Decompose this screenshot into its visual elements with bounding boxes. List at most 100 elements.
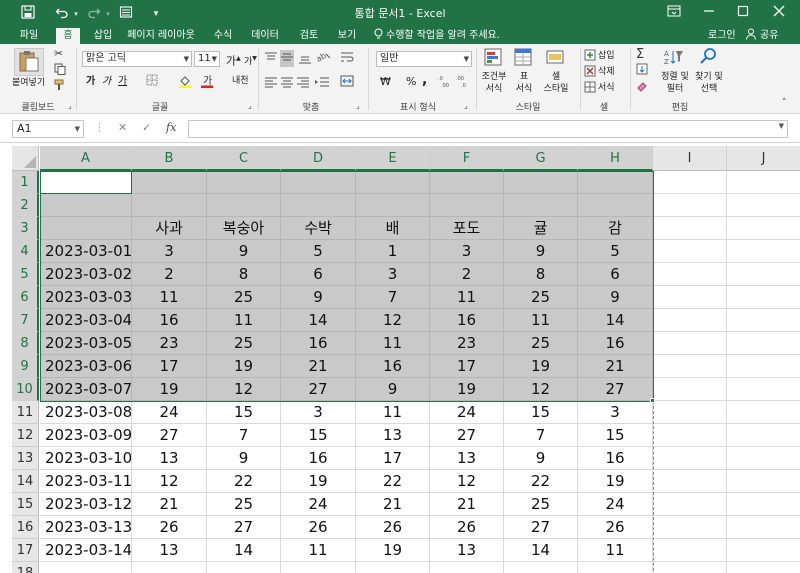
- undo-dropdown-icon[interactable]: ▾: [66, 5, 86, 23]
- tab-view[interactable]: 보기: [332, 28, 362, 44]
- cell-d2[interactable]: [281, 194, 356, 217]
- cell-c15[interactable]: 25: [207, 493, 281, 516]
- cell-d7[interactable]: 14: [281, 309, 356, 332]
- cell-e5[interactable]: 3: [356, 263, 430, 286]
- row-header-1[interactable]: 1: [12, 171, 39, 194]
- format-painter-icon[interactable]: [54, 79, 66, 94]
- cell-b14[interactable]: 12: [132, 470, 207, 493]
- cell-f4[interactable]: 3: [430, 240, 504, 263]
- cell-c17[interactable]: 14: [207, 539, 281, 562]
- row-header-5[interactable]: 5: [12, 263, 39, 286]
- fill-handle[interactable]: [650, 398, 655, 403]
- number-format-select[interactable]: 일반 ▼: [376, 51, 472, 67]
- cell-a13[interactable]: 2023-03-10: [40, 447, 132, 470]
- row-header-14[interactable]: 14: [12, 470, 39, 493]
- row-header-18[interactable]: 18: [12, 562, 39, 573]
- cell-j1[interactable]: [727, 171, 800, 194]
- tab-review[interactable]: 검토: [294, 28, 324, 44]
- cell-i16[interactable]: [653, 516, 727, 539]
- autosum-icon[interactable]: Σ: [636, 47, 644, 62]
- name-box[interactable]: A1 ▼: [12, 120, 84, 138]
- cell-b8[interactable]: 23: [132, 332, 207, 355]
- cell-d6[interactable]: 9: [281, 286, 356, 309]
- cell-b18[interactable]: [132, 562, 207, 573]
- cell-i13[interactable]: [653, 447, 727, 470]
- cell-e9[interactable]: 16: [356, 355, 430, 378]
- cell-j4[interactable]: [727, 240, 800, 263]
- cell-c16[interactable]: 27: [207, 516, 281, 539]
- cell-d3[interactable]: 수박: [281, 217, 356, 240]
- cell-j5[interactable]: [727, 263, 800, 286]
- cell-a7[interactable]: 2023-03-04: [40, 309, 132, 332]
- cell-g6[interactable]: 25: [504, 286, 578, 309]
- cell-c11[interactable]: 15: [207, 401, 281, 424]
- cell-h1[interactable]: [578, 171, 653, 194]
- cell-i6[interactable]: [653, 286, 727, 309]
- cell-g12[interactable]: 7: [504, 424, 578, 447]
- cell-f14[interactable]: 12: [430, 470, 504, 493]
- cell-j7[interactable]: [727, 309, 800, 332]
- cell-g17[interactable]: 14: [504, 539, 578, 562]
- column-header-j[interactable]: J: [727, 146, 800, 171]
- cell-b13[interactable]: 13: [132, 447, 207, 470]
- formula-input[interactable]: ▼: [188, 120, 788, 138]
- cell-d1[interactable]: [281, 171, 356, 194]
- fill-icon[interactable]: [636, 63, 648, 78]
- wrap-text-icon[interactable]: [340, 50, 354, 67]
- paste-button[interactable]: [14, 48, 44, 76]
- cell-i9[interactable]: [653, 355, 727, 378]
- cell-d13[interactable]: 16: [281, 447, 356, 470]
- cell-i10[interactable]: [653, 378, 727, 401]
- cell-j3[interactable]: [727, 217, 800, 240]
- cell-b3[interactable]: 사과: [132, 217, 207, 240]
- cell-a18[interactable]: [40, 562, 132, 573]
- align-center-icon[interactable]: [280, 76, 294, 91]
- cell-f10[interactable]: 19: [430, 378, 504, 401]
- cell-j2[interactable]: [727, 194, 800, 217]
- cell-c13[interactable]: 9: [207, 447, 281, 470]
- align-middle-icon[interactable]: [280, 50, 294, 67]
- insert-cells-button[interactable]: 삽입: [598, 50, 615, 62]
- percent-button[interactable]: %: [406, 76, 416, 88]
- column-header-h[interactable]: H: [578, 146, 653, 171]
- customize-icon[interactable]: ▾: [146, 5, 166, 23]
- sign-in-link[interactable]: 로그인: [708, 28, 736, 44]
- cell-f1[interactable]: [430, 171, 504, 194]
- cell-g9[interactable]: 19: [504, 355, 578, 378]
- cut-icon[interactable]: ✂: [54, 47, 63, 60]
- cell-g15[interactable]: 25: [504, 493, 578, 516]
- format-cells-button[interactable]: 서식: [598, 82, 615, 94]
- cell-h14[interactable]: 19: [578, 470, 653, 493]
- row-header-10[interactable]: 10: [12, 378, 39, 401]
- cell-j11[interactable]: [727, 401, 800, 424]
- cell-g2[interactable]: [504, 194, 578, 217]
- cell-j15[interactable]: [727, 493, 800, 516]
- cell-i11[interactable]: [653, 401, 727, 424]
- worksheet-grid[interactable]: ABCDEFGHIJ 123456789101112131415161718 사…: [0, 146, 800, 573]
- cell-f15[interactable]: 21: [430, 493, 504, 516]
- cell-i18[interactable]: [653, 562, 727, 573]
- cell-a11[interactable]: 2023-03-08: [40, 401, 132, 424]
- cell-styles-button[interactable]: 셀 스타일: [540, 71, 572, 95]
- cell-c4[interactable]: 9: [207, 240, 281, 263]
- cell-h17[interactable]: 11: [578, 539, 653, 562]
- cell-d12[interactable]: 15: [281, 424, 356, 447]
- cell-i8[interactable]: [653, 332, 727, 355]
- row-header-15[interactable]: 15: [12, 493, 39, 516]
- cell-b9[interactable]: 17: [132, 355, 207, 378]
- cell-i7[interactable]: [653, 309, 727, 332]
- cell-e18[interactable]: [356, 562, 430, 573]
- border-icon[interactable]: [146, 74, 158, 89]
- cancel-formula-icon[interactable]: ✕: [118, 121, 127, 134]
- cell-j17[interactable]: [727, 539, 800, 562]
- close-icon[interactable]: [762, 0, 796, 28]
- cell-i3[interactable]: [653, 217, 727, 240]
- cell-f16[interactable]: 26: [430, 516, 504, 539]
- cell-c6[interactable]: 25: [207, 286, 281, 309]
- cell-b1[interactable]: [132, 171, 207, 194]
- cell-f3[interactable]: 포도: [430, 217, 504, 240]
- cell-f13[interactable]: 13: [430, 447, 504, 470]
- row-header-12[interactable]: 12: [12, 424, 39, 447]
- cell-g5[interactable]: 8: [504, 263, 578, 286]
- column-header-g[interactable]: G: [504, 146, 578, 171]
